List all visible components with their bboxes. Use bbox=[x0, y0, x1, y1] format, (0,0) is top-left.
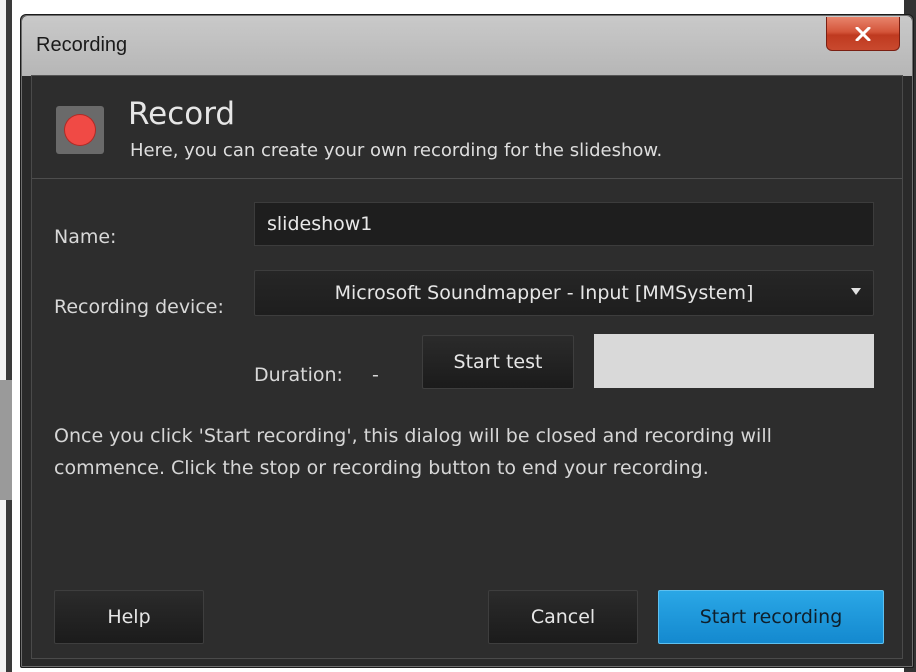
record-dot bbox=[65, 115, 95, 145]
name-label: Name: bbox=[54, 226, 117, 248]
dialog-content: Record Here, you can create your own rec… bbox=[31, 75, 903, 659]
start-recording-button[interactable]: Start recording bbox=[658, 590, 884, 644]
dialog-header: Record Here, you can create your own rec… bbox=[32, 76, 902, 179]
cancel-button[interactable]: Cancel bbox=[488, 590, 638, 644]
header-title: Record bbox=[128, 96, 236, 132]
duration-label: Duration: bbox=[254, 364, 343, 386]
header-subtitle: Here, you can create your own recording … bbox=[130, 140, 663, 161]
name-input[interactable] bbox=[254, 202, 874, 246]
duration-value: - bbox=[372, 364, 379, 386]
record-icon bbox=[56, 106, 104, 154]
recording-device-value: Microsoft Soundmapper - Input [MMSystem] bbox=[334, 282, 754, 304]
level-meter bbox=[594, 334, 874, 388]
recording-device-label: Recording device: bbox=[54, 296, 224, 318]
help-button[interactable]: Help bbox=[54, 590, 204, 644]
chevron-down-icon bbox=[851, 288, 861, 295]
recording-dialog: Recording Record Here, you can create yo… bbox=[20, 14, 914, 668]
title-bar[interactable]: Recording bbox=[22, 16, 912, 76]
window-title: Recording bbox=[36, 34, 128, 56]
close-button[interactable] bbox=[826, 17, 900, 51]
close-icon bbox=[855, 26, 871, 41]
background-left-edge bbox=[0, 0, 12, 672]
recording-device-dropdown[interactable]: Microsoft Soundmapper - Input [MMSystem] bbox=[254, 270, 874, 316]
start-test-button[interactable]: Start test bbox=[422, 335, 574, 389]
info-text: Once you click 'Start recording', this d… bbox=[54, 425, 772, 479]
